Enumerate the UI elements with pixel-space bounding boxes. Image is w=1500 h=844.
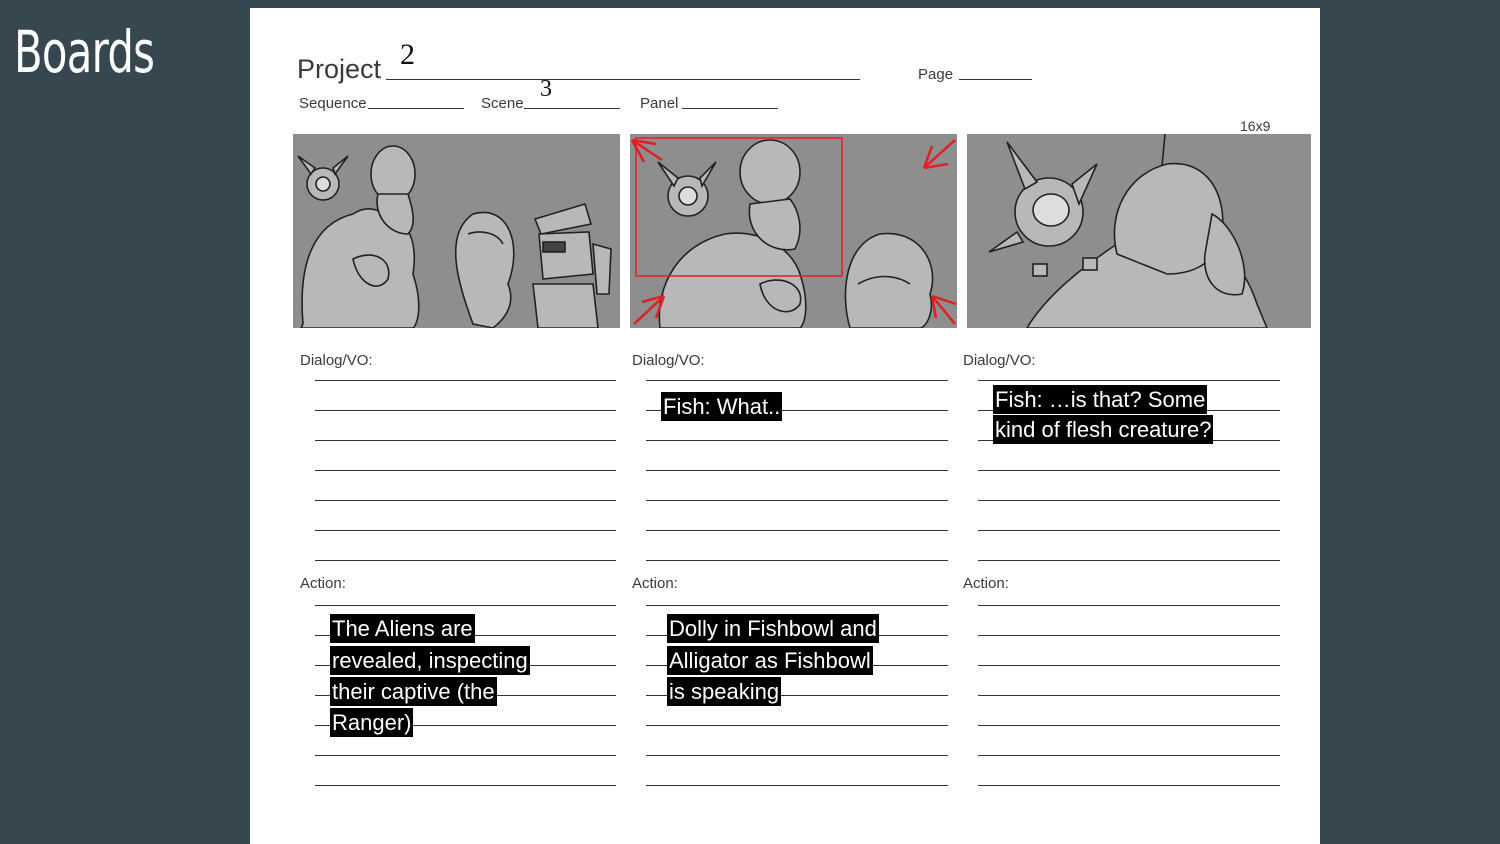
action-rule <box>978 695 1280 696</box>
storyboard-frame-1 <box>293 134 620 328</box>
action-label-1: Action: <box>300 575 346 592</box>
action-rule <box>978 635 1280 636</box>
project-line <box>386 79 860 80</box>
action-rule <box>978 755 1280 756</box>
dialog-label-2: Dialog/VO: <box>632 352 705 369</box>
action-label-3: Action: <box>963 575 1009 592</box>
dialog-rule <box>315 530 616 531</box>
action-note-line: Ranger) <box>330 708 414 737</box>
dialog-rule <box>315 500 616 501</box>
action-note-line: their captive (the <box>330 677 497 706</box>
dialog-rule <box>978 380 1280 381</box>
aspect-label: 16x9 <box>1240 118 1271 134</box>
dialog-rule <box>646 440 948 441</box>
action-note-line: The Aliens are <box>330 614 475 643</box>
page-label: Page <box>918 66 954 83</box>
dialog-rule <box>646 560 948 561</box>
action-rule <box>978 605 1280 606</box>
page-line <box>959 79 1032 80</box>
action-rule <box>978 665 1280 666</box>
action-note-line: is speaking <box>667 677 782 706</box>
panel-line <box>682 108 778 109</box>
action-label-2: Action: <box>632 575 678 592</box>
action-rule <box>315 785 616 786</box>
dialog-rule <box>978 470 1280 471</box>
dialog-rule <box>315 560 616 561</box>
dialog-rule <box>646 380 948 381</box>
project-label: Project <box>297 54 382 84</box>
dialog-label-3: Dialog/VO: <box>963 352 1036 369</box>
slide-title: Boards <box>14 18 155 86</box>
sequence-line <box>368 108 464 109</box>
panel-label: Panel <box>640 95 679 112</box>
dialog-note-line: Fish: …is that? Some <box>993 385 1208 414</box>
storyboard-sheet: Project 2 Page Sequence Scene 3 Panel 16… <box>250 8 1320 844</box>
action-rule <box>646 785 948 786</box>
action-note-line: Dolly in Fishbowl and <box>667 614 879 643</box>
dialog-rule <box>315 410 616 411</box>
dialog-rule <box>978 530 1280 531</box>
action-note-line: revealed, inspecting <box>330 646 530 675</box>
scene-label: Scene <box>481 95 524 112</box>
sequence-label: Sequence <box>299 95 367 112</box>
dialog-rule <box>978 500 1280 501</box>
action-rule <box>978 785 1280 786</box>
dialog-label-1: Dialog/VO: <box>300 352 373 369</box>
dialog-rule <box>978 560 1280 561</box>
storyboard-frame-2 <box>630 134 957 328</box>
dialog-rule <box>646 470 948 471</box>
action-rule <box>646 605 948 606</box>
project-value: 2 <box>400 38 415 71</box>
dialog-rule <box>646 500 948 501</box>
scene-line <box>524 108 620 109</box>
dialog-rule <box>315 470 616 471</box>
action-rule <box>646 725 948 726</box>
dialog-note-line: kind of flesh creature? <box>993 415 1214 444</box>
action-rule <box>315 755 616 756</box>
dialog-note-line: Fish: What.. <box>661 392 783 421</box>
dialog-rule <box>315 440 616 441</box>
storyboard-frame-3 <box>967 134 1311 328</box>
action-rule <box>315 605 616 606</box>
dialog-rule <box>315 380 616 381</box>
action-rule <box>978 725 1280 726</box>
action-note-line: Alligator as Fishbowl <box>667 646 873 675</box>
scene-value: 3 <box>540 76 552 102</box>
dialog-rule <box>646 530 948 531</box>
action-rule <box>646 755 948 756</box>
